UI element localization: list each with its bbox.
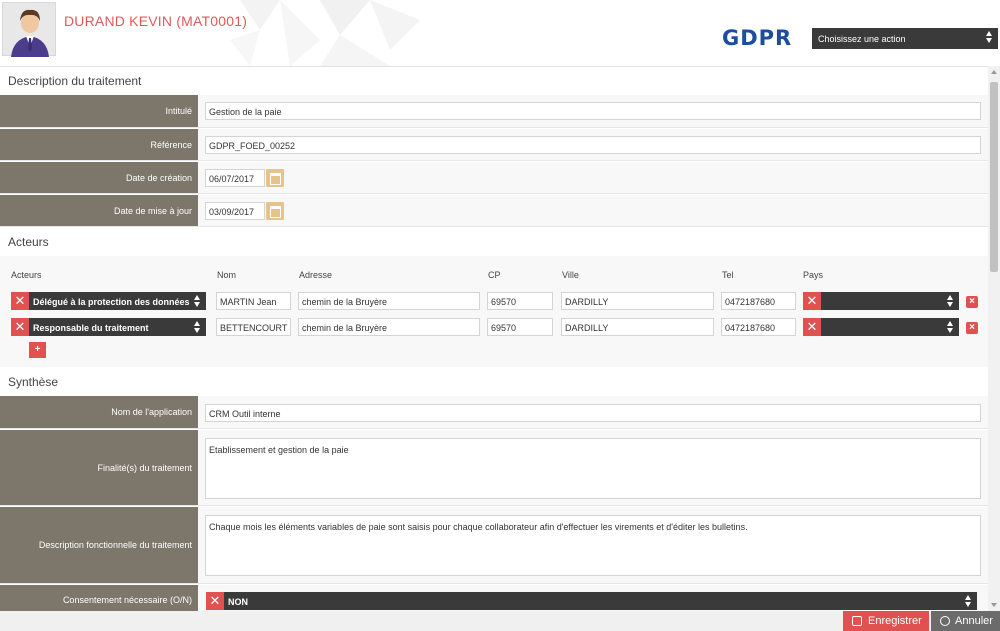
field-label: Référence — [0, 129, 198, 160]
gdpr-logo: GDPR — [722, 26, 793, 50]
adresse-input[interactable]: chemin de la Bruyère — [298, 318, 480, 336]
action-select-label: Choisissez une action — [818, 34, 906, 44]
cancel-button-label: Annuler — [955, 615, 993, 627]
ville-input[interactable]: DARDILLY — [561, 292, 714, 310]
scroll-up-icon[interactable] — [991, 70, 997, 74]
field-row-finalites: Finalité(s) du traitement Etablissement … — [0, 430, 988, 506]
field-row-nom-application: Nom de l'application CRM Outil interne — [0, 396, 988, 429]
field-row-date-maj: Date de mise à jour 03/09/2017 — [0, 195, 988, 227]
action-select[interactable]: Choisissez une action — [812, 28, 998, 49]
column-header: Acteurs — [11, 270, 42, 280]
header-pattern — [230, 0, 420, 66]
column-header: Pays — [803, 270, 824, 280]
finalites-textarea[interactable]: Etablissement et gestion de la paie — [205, 438, 981, 499]
description-fonctionnelle-textarea[interactable]: Chaque mois les éléments variables de pa… — [205, 515, 981, 576]
section-title-acteurs: Acteurs — [8, 235, 49, 249]
select-updown-icon — [194, 321, 201, 334]
pays-select[interactable] — [821, 318, 959, 336]
field-label: Date de création — [0, 162, 198, 193]
nom-application-input[interactable]: CRM Outil interne — [205, 404, 981, 422]
field-row-intitule: Intitulé Gestion de la paie — [0, 95, 988, 128]
clear-consentement-icon[interactable]: ✕ — [206, 592, 224, 610]
clear-role-icon[interactable]: ✕ — [11, 292, 29, 310]
consentement-select[interactable]: NON — [224, 592, 977, 610]
acteurs-table: Acteurs Nom Adresse CP Ville Tel Pays ✕ … — [0, 256, 988, 367]
adresse-input[interactable]: chemin de la Bruyère — [298, 292, 480, 310]
field-row-reference: Référence GDPR_FOED_00252 — [0, 129, 988, 161]
role-select[interactable]: Responsable du traitement — [29, 318, 206, 336]
save-icon — [852, 616, 862, 626]
clear-role-icon[interactable]: ✕ — [11, 318, 29, 336]
column-header: Ville — [562, 270, 579, 280]
clear-pays-icon[interactable]: ✕ — [803, 292, 821, 310]
calendar-icon[interactable] — [266, 202, 284, 220]
column-header: Adresse — [299, 270, 333, 280]
delete-row-icon[interactable]: × — [966, 296, 978, 308]
user-avatar — [2, 2, 56, 57]
cancel-button[interactable]: Annuler — [931, 611, 1000, 631]
save-button[interactable]: Enregistrer — [843, 611, 929, 631]
reference-input[interactable]: GDPR_FOED_00252 — [205, 136, 981, 154]
column-header: Tel — [722, 270, 734, 280]
select-updown-icon — [947, 295, 954, 308]
add-actor-button[interactable]: + — [29, 342, 46, 358]
app-header: DURAND KEVIN (MAT0001) GDPR Choisissez u… — [0, 0, 1000, 66]
nom-input[interactable]: MARTIN Jean — [216, 292, 291, 310]
select-updown-icon — [965, 595, 972, 608]
field-row-date-creation: Date de création 06/07/2017 — [0, 162, 988, 194]
ville-input[interactable]: DARDILLY — [561, 318, 714, 336]
select-updown-icon — [947, 321, 954, 334]
date-maj-input[interactable]: 03/09/2017 — [205, 202, 265, 220]
cancel-icon — [940, 616, 950, 626]
role-select-label: Responsable du traitement — [33, 323, 149, 333]
clear-pays-icon[interactable]: ✕ — [803, 318, 821, 336]
date-creation-input[interactable]: 06/07/2017 — [205, 169, 265, 187]
consentement-select-label: NON — [228, 597, 248, 607]
section-title-description: Description du traitement — [8, 74, 142, 88]
select-updown-icon — [194, 295, 201, 308]
scroll-down-icon[interactable] — [991, 603, 997, 607]
column-header: Nom — [217, 270, 237, 280]
tel-input[interactable]: 0472187680 — [721, 318, 796, 336]
delete-row-icon[interactable]: × — [966, 322, 978, 334]
save-button-label: Enregistrer — [868, 615, 922, 627]
cp-input[interactable]: 69570 — [487, 318, 553, 336]
tel-input[interactable]: 0472187680 — [721, 292, 796, 310]
form-content[interactable]: Description du traitement Intitulé Gesti… — [0, 66, 988, 611]
intitule-input[interactable]: Gestion de la paie — [205, 102, 981, 120]
user-name: DURAND KEVIN (MAT0001) — [64, 13, 248, 29]
field-label: Intitulé — [0, 95, 198, 127]
field-row-consentement: Consentement nécessaire (O/N) ✕ NON — [0, 585, 988, 611]
select-updown-icon — [986, 31, 993, 44]
role-select-label: Délégué à la protection des données — [33, 297, 190, 307]
field-label: Finalité(s) du traitement — [0, 430, 198, 505]
field-label: Date de mise à jour — [0, 195, 198, 226]
field-label: Nom de l'application — [0, 396, 198, 428]
role-select[interactable]: Délégué à la protection des données — [29, 292, 206, 310]
section-title-synthese: Synthèse — [8, 375, 59, 389]
scrollbar-thumb[interactable] — [990, 82, 998, 272]
calendar-icon[interactable] — [266, 169, 284, 187]
vertical-scrollbar[interactable] — [988, 66, 1000, 611]
cp-input[interactable]: 69570 — [487, 292, 553, 310]
nom-input[interactable]: BETTENCOURT J — [216, 318, 291, 336]
field-label: Description fonctionnelle du traitement — [0, 507, 198, 583]
user-avatar-icon — [11, 9, 49, 57]
field-label: Consentement nécessaire (O/N) — [0, 585, 198, 611]
pays-select[interactable] — [821, 292, 959, 310]
field-row-description-fonctionnelle: Description fonctionnelle du traitement … — [0, 507, 988, 584]
form-footer: Enregistrer Annuler — [0, 611, 1000, 631]
column-header: CP — [488, 270, 501, 280]
